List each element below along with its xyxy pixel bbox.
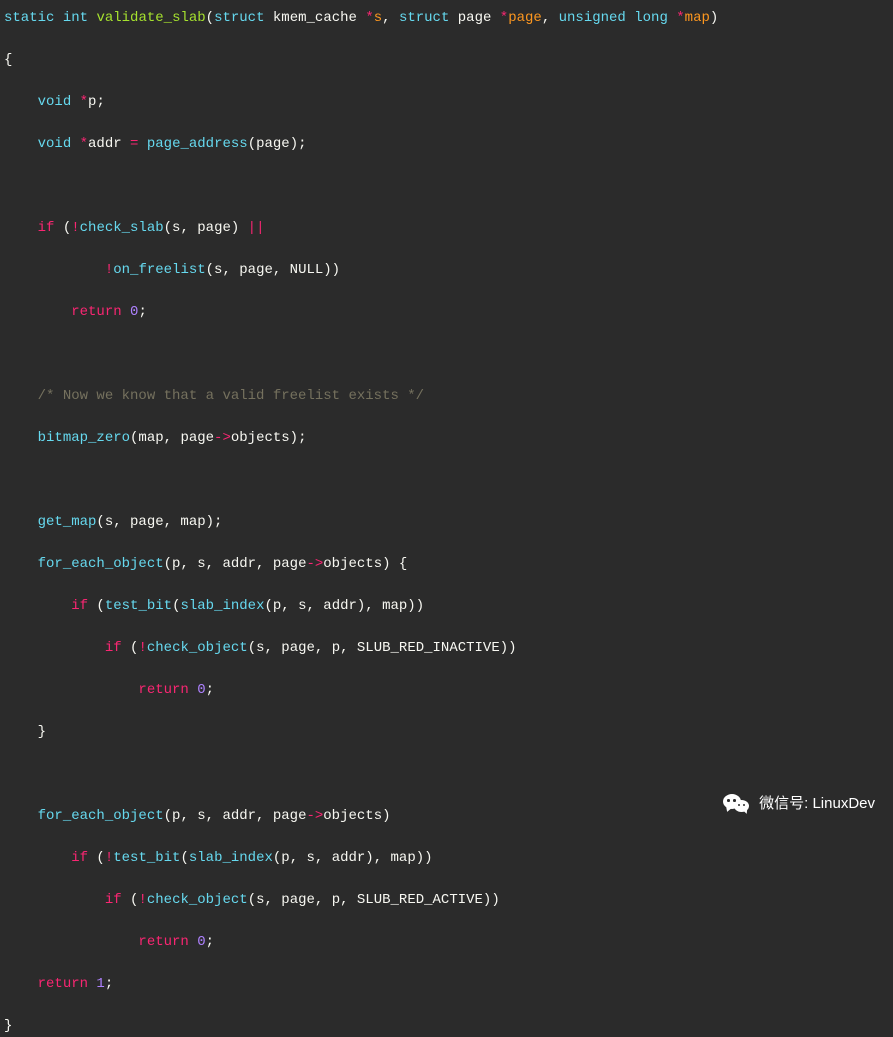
comment: /* Now we know that a valid freelist exi… [38,388,424,404]
brace-open: { [4,52,12,68]
wechat-icon [723,792,751,816]
watermark: 微信号: LinuxDev [723,792,875,816]
keyword-static: static [4,10,54,26]
function-name: validate_slab [96,10,205,26]
keyword-struct: struct [214,10,264,26]
keyword-int: int [63,10,88,26]
brace-close: } [4,1018,12,1034]
watermark-text: 微信号: LinuxDev [759,793,875,816]
code-block: static int validate_slab(struct kmem_cac… [4,8,889,1037]
